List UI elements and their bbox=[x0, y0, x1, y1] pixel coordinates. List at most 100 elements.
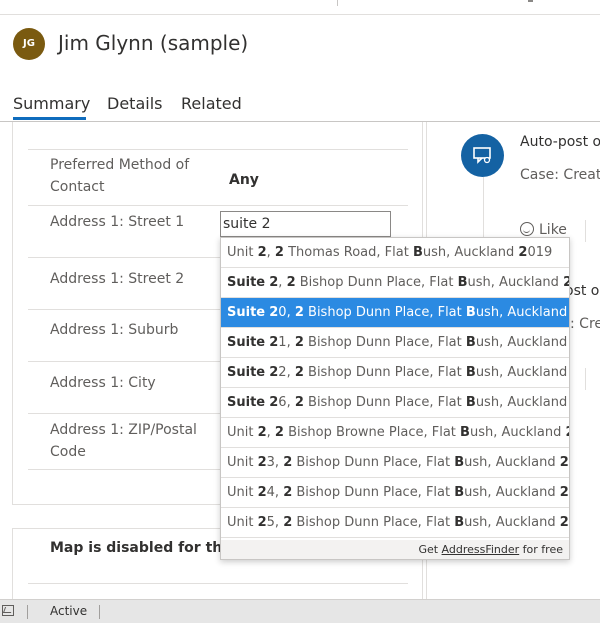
suggestion-text: 2 bbox=[565, 425, 569, 440]
timeline-action-separator bbox=[585, 220, 586, 242]
command-bar-separator bbox=[337, 0, 338, 6]
footer-prefix: Get bbox=[418, 543, 442, 556]
suggestion-text: 2 bbox=[559, 455, 569, 470]
suggestion-text: 2 bbox=[269, 365, 279, 380]
addressfinder-link[interactable]: AddressFinder bbox=[442, 543, 520, 556]
address-suggestion[interactable]: Suite 2, 2 Bishop Dunn Place, Flat Bush,… bbox=[221, 268, 569, 298]
suggestion-text: Suite bbox=[227, 365, 266, 380]
addressfinder-footer: Get AddressFinder for free bbox=[221, 540, 569, 559]
suggestion-text: B bbox=[465, 305, 476, 320]
suggestion-text: 2 bbox=[269, 275, 279, 290]
suggestion-text: 2 bbox=[257, 485, 267, 500]
address-suggestion[interactable]: Unit 24, 2 Bishop Dunn Place, Flat Bush,… bbox=[221, 478, 569, 508]
suggestion-text: 2 bbox=[257, 425, 267, 440]
suggestion-text: Unit bbox=[227, 515, 258, 530]
suggestion-text: B bbox=[465, 335, 476, 350]
address-suggestion[interactable]: Unit 23, 2 Bishop Dunn Place, Flat Bush,… bbox=[221, 448, 569, 478]
suggestion-text: 3, bbox=[266, 455, 284, 470]
suggestion-text: Bishop Dunn Place, Flat bbox=[292, 515, 455, 530]
suggestion-text: B bbox=[457, 275, 468, 290]
like-button[interactable]: Like bbox=[520, 222, 567, 238]
timeline-case2-text: : Cre bbox=[570, 316, 600, 332]
suggestion-text: Suite bbox=[227, 395, 266, 410]
address-suggestion[interactable]: Unit 25, 2 Bishop Dunn Place, Flat Bush,… bbox=[221, 508, 569, 538]
tab-details[interactable]: Details bbox=[107, 94, 162, 113]
suggestion-text: 6, bbox=[278, 395, 295, 410]
timeline-connector bbox=[483, 177, 484, 237]
suggestion-text: Bishop Dunn Place, Flat bbox=[292, 485, 455, 500]
footer-suffix: for free bbox=[519, 543, 563, 556]
suggestion-text: Thomas Road, Flat bbox=[283, 245, 413, 260]
address-suggestion[interactable]: Unit 2, 2 Bishop Browne Place, Flat Bush… bbox=[221, 418, 569, 448]
suggestion-text: ush, Auckland bbox=[475, 395, 569, 410]
address-suggestion[interactable]: Suite 20, 2 Bishop Dunn Place, Flat Bush… bbox=[221, 298, 569, 328]
suggestion-text: B bbox=[465, 365, 476, 380]
suggestion-text: , bbox=[266, 245, 275, 260]
suggestion-text: Bishop Dunn Place, Flat bbox=[292, 455, 455, 470]
suggestion-text: ush, Auckland bbox=[467, 275, 564, 290]
address-suggestion[interactable]: Suite 26, 2 Bishop Dunn Place, Flat Bush… bbox=[221, 388, 569, 418]
suggestion-text: Bishop Dunn Place, Flat bbox=[303, 395, 466, 410]
suggestion-text: ush, Auckland bbox=[475, 335, 569, 350]
row-divider bbox=[28, 205, 408, 206]
suggestion-text: B bbox=[465, 395, 476, 410]
active-tab-indicator bbox=[13, 117, 86, 120]
suggestion-text: 0, bbox=[278, 305, 295, 320]
suggestion-text: 2 bbox=[257, 515, 267, 530]
suggestion-text: B bbox=[454, 485, 465, 500]
suggestion-text: 2 bbox=[286, 275, 296, 290]
command-bar-mark bbox=[528, 0, 533, 2]
suggestion-text: B bbox=[460, 425, 470, 440]
popout-icon[interactable] bbox=[2, 605, 14, 616]
suggestion-text: 4, bbox=[266, 485, 284, 500]
suggestion-text: Suite bbox=[227, 335, 266, 350]
suggestion-text: 2 bbox=[294, 335, 304, 350]
suggestion-text: 2 bbox=[559, 485, 569, 500]
suggestion-text: 1, bbox=[278, 335, 295, 350]
suggestion-text: ush, Auckland bbox=[469, 425, 566, 440]
preferred-contact-value[interactable]: Any bbox=[229, 172, 259, 188]
avatar: JG bbox=[13, 28, 45, 60]
page-title: Jim Glynn (sample) bbox=[58, 31, 249, 55]
status-separator bbox=[27, 605, 28, 619]
suggestion-text: 2 bbox=[283, 455, 293, 470]
suggestion-text: Bishop Dunn Place, Flat bbox=[303, 335, 466, 350]
suggestion-text: 5, bbox=[266, 515, 284, 530]
timeline-post-title: Auto-post o bbox=[520, 134, 600, 150]
tab-related[interactable]: Related bbox=[181, 94, 242, 113]
tab-list: Summary Details Related bbox=[0, 94, 600, 122]
suggestion-text: 2 bbox=[269, 395, 279, 410]
tab-summary[interactable]: Summary bbox=[13, 94, 90, 113]
like-label: Like bbox=[539, 222, 567, 238]
suggestion-text: ush, Auckland bbox=[475, 365, 569, 380]
suggestion-text: 2 bbox=[283, 485, 293, 500]
suggestion-text: Bishop Browne Place, Flat bbox=[283, 425, 461, 440]
command-bar-strip bbox=[0, 0, 600, 15]
suggestion-text: Suite bbox=[227, 305, 266, 320]
suggestion-text: 2 bbox=[559, 515, 569, 530]
street2-label: Address 1: Street 2 bbox=[50, 271, 185, 287]
suggestion-text: 019 bbox=[527, 245, 553, 260]
suggestion-text: , bbox=[278, 275, 287, 290]
address-suggestion[interactable]: Unit 2, 2 Thomas Road, Flat Bush, Auckla… bbox=[221, 238, 569, 268]
suggestion-text: 2 bbox=[274, 245, 284, 260]
suggestion-text: 2 bbox=[274, 425, 284, 440]
suggestion-text: B bbox=[454, 515, 465, 530]
suggestion-text: B bbox=[454, 455, 465, 470]
suggestion-text: ush, Auckland bbox=[422, 245, 519, 260]
suggestion-text: ush, Auckland bbox=[464, 515, 560, 530]
address-suggestion[interactable]: Suite 21, 2 Bishop Dunn Place, Flat Bush… bbox=[221, 328, 569, 358]
suggestion-text: 2 bbox=[283, 515, 293, 530]
suggestion-text: ush, Auckland bbox=[464, 455, 560, 470]
status-separator bbox=[99, 605, 100, 619]
suggestion-text: 2, bbox=[278, 365, 295, 380]
suggestion-text: Unit bbox=[227, 245, 258, 260]
suburb-label: Address 1: Suburb bbox=[50, 322, 179, 338]
suggestion-text: 2 bbox=[257, 245, 267, 260]
street1-input[interactable]: suite 2 bbox=[220, 211, 391, 237]
address-suggestions-dropdown: Unit 2, 2 Thomas Road, Flat Bush, Auckla… bbox=[220, 237, 570, 560]
city-label: Address 1: City bbox=[50, 375, 156, 391]
address-suggestion[interactable]: Suite 22, 2 Bishop Dunn Place, Flat Bush… bbox=[221, 358, 569, 388]
suggestion-text: Unit bbox=[227, 485, 258, 500]
suggestion-text: Bishop Dunn Place, Flat bbox=[295, 275, 458, 290]
